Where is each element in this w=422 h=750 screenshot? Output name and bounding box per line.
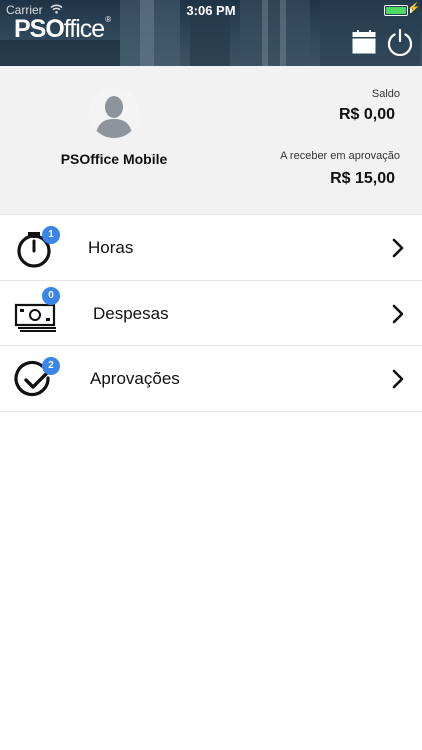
menu-item-aprovacoes[interactable]: 2 Aprovações — [0, 346, 422, 412]
chevron-right-icon — [392, 304, 404, 323]
aprovacoes-badge: 2 — [42, 357, 60, 375]
menu-item-label: Horas — [88, 238, 134, 257]
charging-icon: ⚡ — [407, 3, 420, 14]
menu-item-despesas[interactable]: 0 Despesas — [0, 280, 422, 346]
user-silhouette-icon — [89, 88, 139, 138]
despesas-badge: 0 — [42, 286, 60, 305]
chevron-right-icon — [392, 238, 404, 258]
user-name: PSOffice Mobile — [60, 151, 168, 167]
app-header: Carrier 3:06 PM ⚡ PSOffice® — [0, 0, 422, 66]
profile-panel: PSOffice Mobile Saldo R$ 0,00 A receber … — [0, 66, 422, 215]
saldo-label: Saldo — [371, 88, 400, 100]
battery-icon — [384, 5, 408, 16]
saldo-value: R$ 0,00 — [338, 106, 395, 123]
receber-label: A receber em aprovação — [280, 150, 400, 162]
menu-item-label: Despesas — [93, 303, 169, 323]
power-icon[interactable] — [386, 28, 414, 56]
chevron-right-icon — [392, 369, 404, 389]
main-menu: 1 Horas 0 Despesas 2 Aprovações — [0, 215, 422, 412]
menu-item-horas[interactable]: 1 Horas — [0, 215, 422, 281]
receber-value: R$ 15,00 — [330, 170, 395, 187]
horas-badge: 1 — [42, 226, 60, 244]
avatar[interactable] — [89, 88, 139, 138]
calendar-icon[interactable] — [352, 30, 376, 54]
menu-item-label: Aprovações — [90, 369, 180, 388]
psoffice-logo: PSOffice® — [14, 15, 111, 43]
